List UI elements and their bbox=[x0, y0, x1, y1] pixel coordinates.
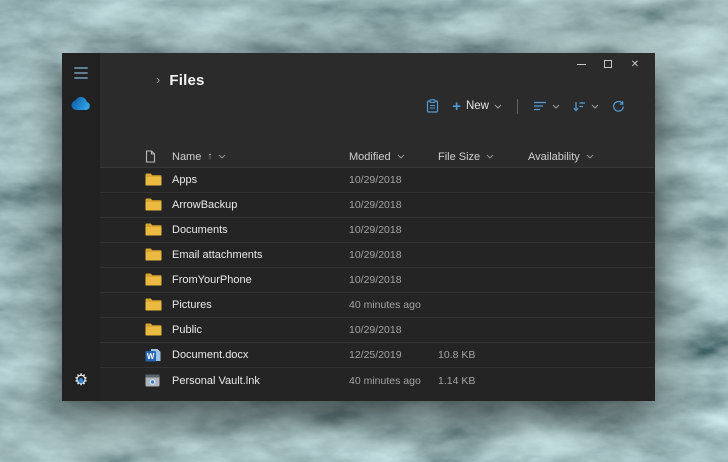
file-modified-date: 40 minutes ago bbox=[349, 375, 438, 387]
file-row[interactable]: W Apps 10/29/2018 bbox=[100, 168, 655, 193]
chevron-down-icon bbox=[218, 154, 226, 159]
file-modified-date: 10/29/2018 bbox=[349, 249, 438, 261]
toolbar-gap bbox=[100, 121, 655, 146]
folder-icon: W bbox=[145, 323, 162, 337]
file-name: ArrowBackup bbox=[172, 199, 349, 211]
main-panel: ✕ › Files + New bbox=[100, 53, 655, 401]
toolbar: + New bbox=[100, 91, 655, 121]
chevron-down-icon bbox=[486, 154, 494, 159]
header-file-type-column[interactable] bbox=[100, 150, 172, 163]
header-modified[interactable]: Modified bbox=[349, 151, 438, 163]
folder-icon: W bbox=[145, 198, 162, 212]
header-name[interactable]: Name ↑ bbox=[172, 151, 349, 163]
sidebar: ⚙ bbox=[62, 53, 100, 401]
file-name: Document.docx bbox=[172, 349, 349, 361]
onedrive-window: ⚙ ✕ › Files bbox=[62, 53, 655, 401]
file-row[interactable]: W FromYourPhone 10/29/2018 bbox=[100, 268, 655, 293]
file-modified-date: 10/29/2018 bbox=[349, 174, 438, 186]
paste-button[interactable] bbox=[426, 99, 439, 113]
file-modified-date: 10/29/2018 bbox=[349, 224, 438, 236]
header-file-size[interactable]: File Size bbox=[438, 151, 528, 163]
file-name: Email attachments bbox=[172, 249, 349, 261]
sort-button[interactable] bbox=[573, 101, 599, 112]
file-list: W Apps 10/29/2018 bbox=[100, 168, 655, 401]
gear-center-dot bbox=[79, 378, 84, 383]
file-name: FromYourPhone bbox=[172, 274, 349, 286]
folder-icon: W bbox=[145, 298, 162, 312]
list-view-icon bbox=[533, 101, 547, 111]
sort-ascending-arrow: ↑ bbox=[207, 151, 212, 162]
hamburger-menu-icon[interactable] bbox=[74, 67, 88, 79]
chevron-down-icon bbox=[552, 104, 560, 109]
word-icon: W bbox=[145, 348, 162, 362]
file-modified-date: 10/29/2018 bbox=[349, 324, 438, 336]
new-button[interactable]: + New bbox=[452, 99, 502, 114]
file-name: Documents bbox=[172, 224, 349, 236]
file-row[interactable]: W Document.docx 12/25/2019 10.8 KB bbox=[100, 343, 655, 368]
clipboard-icon bbox=[426, 99, 439, 113]
file-name: Public bbox=[172, 324, 349, 336]
file-modified-date: 10/29/2018 bbox=[349, 274, 438, 286]
file-modified-date: 10/29/2018 bbox=[349, 199, 438, 211]
chevron-down-icon bbox=[494, 104, 502, 109]
page-title: Files bbox=[169, 72, 204, 89]
file-row[interactable]: W Email attachments 10/29/2018 bbox=[100, 243, 655, 268]
vault-icon: W bbox=[145, 374, 162, 388]
list-header: Name ↑ Modified File Size bbox=[100, 146, 655, 168]
file-size: 1.14 KB bbox=[438, 375, 528, 387]
file-name: Pictures bbox=[172, 299, 349, 311]
file-name: Apps bbox=[172, 174, 349, 186]
file-size: 10.8 KB bbox=[438, 349, 528, 361]
desktop: ⚙ ✕ › Files bbox=[0, 0, 728, 462]
folder-icon: W bbox=[145, 248, 162, 262]
file-row[interactable]: W ArrowBackup 10/29/2018 bbox=[100, 193, 655, 218]
header-availability[interactable]: Availability bbox=[528, 151, 655, 163]
svg-text:W: W bbox=[147, 352, 155, 361]
chevron-down-icon bbox=[591, 104, 599, 109]
file-modified-date: 40 minutes ago bbox=[349, 299, 438, 311]
file-row[interactable]: W Pictures 40 minutes ago bbox=[100, 293, 655, 318]
view-options-button[interactable] bbox=[533, 101, 560, 111]
page-icon bbox=[145, 150, 156, 163]
toolbar-divider bbox=[517, 99, 518, 114]
refresh-icon bbox=[612, 100, 625, 113]
file-row[interactable]: W Public 10/29/2018 bbox=[100, 318, 655, 343]
breadcrumb-chevron-icon[interactable]: › bbox=[156, 73, 160, 86]
file-row[interactable]: W Documents 10/29/2018 bbox=[100, 218, 655, 243]
chevron-down-icon bbox=[397, 154, 405, 159]
folder-icon: W bbox=[145, 273, 162, 287]
file-name: Personal Vault.lnk bbox=[172, 375, 349, 387]
settings-gear-icon[interactable]: ⚙ bbox=[71, 371, 91, 391]
folder-icon: W bbox=[145, 173, 162, 187]
titlebar[interactable]: ✕ bbox=[100, 53, 655, 69]
folder-icon: W bbox=[145, 223, 162, 237]
onedrive-cloud-icon[interactable] bbox=[70, 97, 92, 111]
sort-icon bbox=[573, 101, 586, 112]
file-row[interactable]: W Personal Vault.lnk 40 minutes ago 1.14… bbox=[100, 368, 655, 393]
breadcrumb: › Files bbox=[100, 69, 655, 91]
file-modified-date: 12/25/2019 bbox=[349, 349, 438, 361]
chevron-down-icon bbox=[586, 154, 594, 159]
plus-icon: + bbox=[452, 99, 461, 114]
refresh-button[interactable] bbox=[612, 100, 625, 113]
